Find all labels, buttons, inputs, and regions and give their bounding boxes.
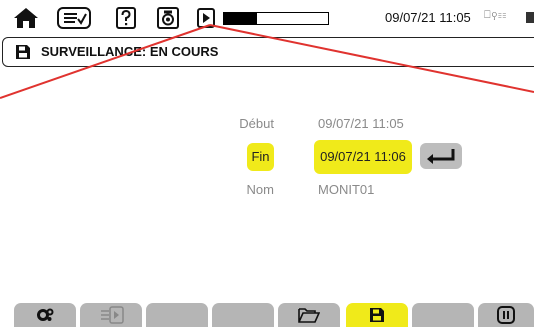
settings-tab[interactable] — [14, 303, 76, 327]
empty-tab-4 — [212, 303, 274, 327]
annotation-lines — [0, 24, 534, 99]
pause-icon — [497, 306, 515, 324]
export-icon — [101, 306, 124, 324]
open-folder-tab[interactable] — [278, 303, 340, 327]
pause-tab[interactable] — [478, 303, 534, 327]
empty-tab-3 — [146, 303, 208, 327]
open-folder-icon — [298, 308, 320, 323]
export-tab[interactable] — [80, 303, 142, 327]
save-tab[interactable] — [346, 303, 408, 327]
settings-gears-icon — [37, 308, 54, 321]
save-icon — [370, 308, 384, 322]
empty-tab-7 — [412, 303, 474, 327]
